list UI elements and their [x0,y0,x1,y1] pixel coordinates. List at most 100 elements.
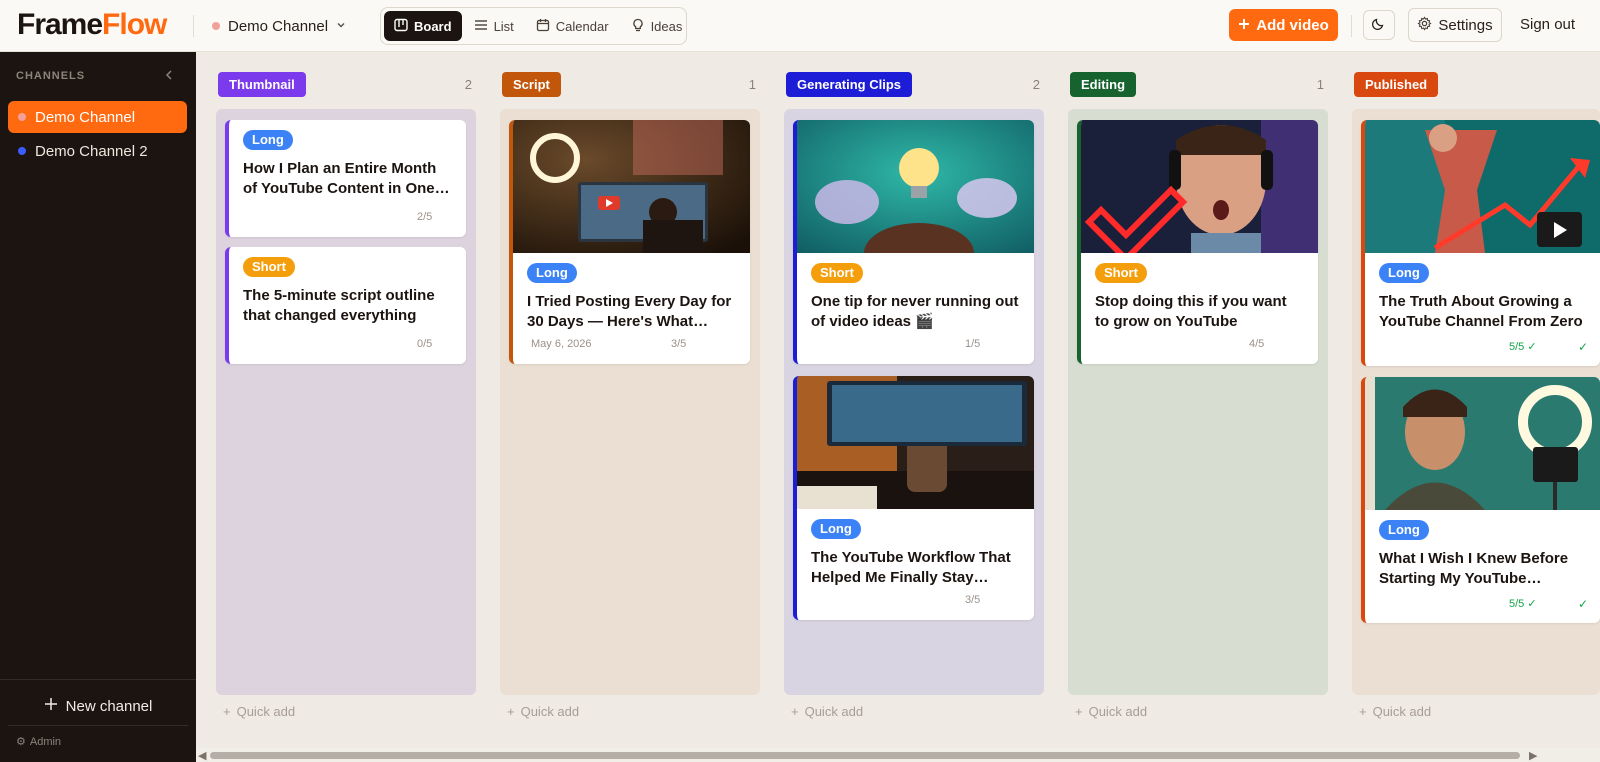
quick-add-button[interactable]: + Quick add [1359,704,1431,719]
video-type-tag: Long [243,130,293,150]
check-icon: ✓ [1577,340,1588,354]
video-thumbnail [1081,120,1318,253]
board-column-editing: Editing 1 Short Stop doing this if you w… [1068,72,1328,719]
collapse-sidebar-button[interactable] [164,68,174,84]
moon-icon [1371,16,1386,35]
video-card-title: Stop doing this if you want to grow on Y… [1095,293,1287,330]
video-type-tag: Long [1379,520,1429,540]
plus-icon: + [791,704,799,719]
channel-selector[interactable]: Demo Channel [212,14,346,38]
sidebar-divider [0,679,196,680]
settings-label: Settings [1438,16,1493,34]
quick-add-label: Quick add [1372,704,1432,719]
add-video-label: Add video [1256,16,1329,34]
scrollbar-thumb[interactable] [210,752,1520,759]
video-card[interactable]: Long How I Plan an Entire Month of YouTu… [225,120,466,237]
header-divider [193,15,194,37]
column-title-badge: Generating Clips [786,72,913,97]
video-thumbnail [1365,377,1600,510]
video-card[interactable]: Short Stop doing this if you want to gro… [1077,120,1318,364]
video-card[interactable]: Long The Truth About Growing a YouTube C… [1361,120,1600,366]
channel-selector-label: Demo Channel [228,17,329,35]
plus-icon: + [1075,704,1083,719]
tab-list[interactable]: List [464,11,524,41]
card-progress: 3/5 [965,594,981,606]
column-drop-zone: Long I Tried Posting Every Day for 30 Da… [500,109,760,695]
video-thumbnail [1365,120,1600,253]
column-header: Thumbnail 2 [216,72,476,98]
new-channel-button[interactable]: New channel [0,695,196,717]
list-icon [474,18,488,35]
column-card-count: 2 [464,77,472,92]
logo-text-flow: Flow [102,8,167,41]
column-drop-zone: Long The Truth About Growing a YouTube C… [1352,109,1600,695]
column-card-count: 1 [748,77,756,92]
card-progress: 1/5 [965,338,981,350]
video-thumbnail [797,120,1034,253]
board-icon [394,18,408,35]
check-icon: ✓ [1577,597,1588,611]
card-publish-date: May 6, 2026 [531,338,592,350]
board-column-generating-clips: Generating Clips 2 Short One tip for nev… [784,72,1044,719]
board-horizontal-scrollbar[interactable]: ◀ ▶ [196,748,1600,762]
channel-color-dot [18,113,26,121]
column-title-badge: Editing [1070,72,1137,97]
settings-button[interactable]: Settings [1408,8,1502,42]
card-progress: 5/5 ✓ [1509,341,1537,353]
tab-ideas[interactable]: Ideas [621,11,693,41]
video-card-title: What I Wish I Knew Before Starting My Yo… [1379,550,1569,587]
quick-add-button[interactable]: + Quick add [507,704,579,719]
video-type-tag: Long [527,263,577,283]
video-card[interactable]: Short One tip for never running out of v… [793,120,1034,364]
tab-calendar[interactable]: Calendar [526,11,619,41]
sidebar-item-demo-channel-2[interactable]: Demo Channel 2 [8,135,187,167]
app-logo[interactable]: FrameFlow [17,8,167,42]
new-channel-label: New channel [65,697,153,715]
column-header: Generating Clips 2 [784,72,1044,98]
gear-icon [1417,15,1433,35]
quick-add-label: Quick add [804,704,864,719]
admin-link[interactable]: ⚙ Admin [16,735,61,749]
video-type-tag: Short [811,263,863,283]
tab-board[interactable]: Board [384,11,462,41]
sidebar-item-demo-channel[interactable]: Demo Channel [8,101,187,133]
logo-text-frame: Frame [17,8,103,41]
column-title-badge: Script [502,72,561,97]
sign-out-link[interactable]: Sign out [1520,16,1575,33]
sidebar-divider [8,725,188,726]
sidebar-item-label: Demo Channel [35,108,136,126]
video-card[interactable]: Short The 5-minute script outline that c… [225,247,466,364]
card-progress: 2/5 [417,211,433,223]
plus-icon: + [223,704,231,719]
scroll-right-arrow-icon[interactable]: ▶ [1529,749,1537,762]
tab-calendar-label: Calendar [555,18,609,34]
add-video-button[interactable]: Add video [1229,9,1338,41]
channels-sidebar: CHANNELS Demo Channel Demo Channel 2 New… [0,52,196,762]
plus-icon: + [1359,704,1367,719]
video-card[interactable]: Long What I Wish I Knew Before Starting … [1361,377,1600,623]
header-divider [1351,15,1352,37]
theme-toggle-button[interactable] [1363,10,1395,40]
scroll-left-arrow-icon[interactable]: ◀ [198,749,206,762]
column-header: Published [1352,72,1600,98]
channel-color-dot [212,22,220,30]
video-card[interactable]: Long I Tried Posting Every Day for 30 Da… [509,120,750,364]
quick-add-button[interactable]: + Quick add [791,704,863,719]
board-column-published: Published Long The Truth About Growing a… [1352,72,1600,719]
video-card[interactable]: Long The YouTube Workflow That Helped Me… [793,376,1034,620]
lightbulb-icon [631,18,645,35]
chevron-left-icon [164,68,174,84]
board-column-thumbnail: Thumbnail 2 Long How I Plan an Entire Mo… [216,72,476,719]
card-progress: 5/5 ✓ [1509,598,1537,610]
column-header: Script 1 [500,72,760,98]
top-header: FrameFlow Demo Channel Board List Calend… [0,0,1600,52]
video-card-title: The 5-minute script outline that changed… [243,287,435,324]
chevron-down-icon [336,20,346,33]
plus-icon [44,697,58,715]
tab-board-label: Board [414,18,452,34]
card-progress: 0/5 [417,338,433,350]
column-drop-zone: Short One tip for never running out of v… [784,109,1044,695]
video-type-tag: Long [1379,263,1429,283]
quick-add-button[interactable]: + Quick add [1075,704,1147,719]
quick-add-button[interactable]: + Quick add [223,704,295,719]
